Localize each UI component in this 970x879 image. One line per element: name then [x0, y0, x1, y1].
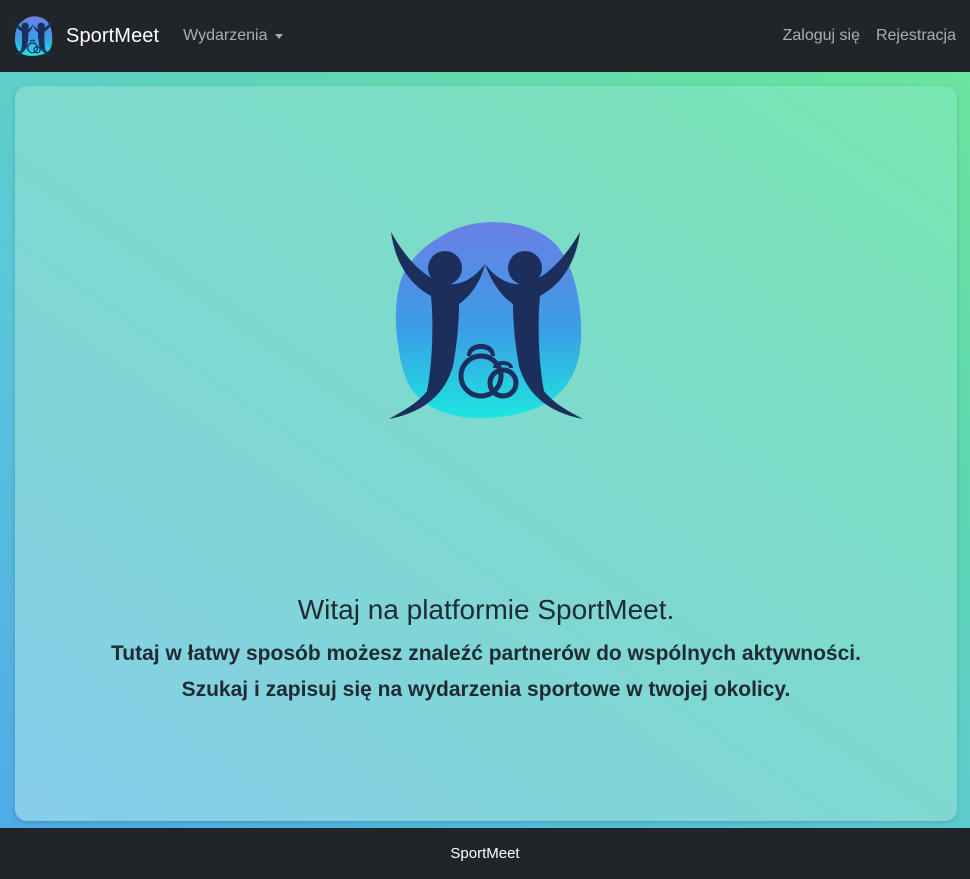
welcome-description-line-1: Tutaj w łatwy sposób możesz znaleźć part… [111, 642, 861, 665]
sportmeet-logo-icon [389, 222, 583, 419]
register-link[interactable]: Rejestracja [876, 27, 956, 45]
welcome-description-line-2: Szukaj i zapisuj się na wydarzenia sport… [181, 678, 791, 701]
page-footer: SportMeet [0, 828, 970, 879]
brand-link[interactable]: SportMeet [12, 15, 159, 57]
login-link[interactable]: Zaloguj się [783, 27, 860, 45]
brand-name: SportMeet [66, 24, 160, 47]
welcome-title: Witaj na platformie SportMeet. [297, 594, 675, 625]
top-navbar: SportMeet Wydarzenia Zaloguj się Rejestr… [0, 0, 970, 72]
events-dropdown[interactable]: Wydarzenia [183, 27, 283, 45]
auth-links: Zaloguj się Rejestracja [767, 27, 956, 45]
sportmeet-logo-icon [12, 16, 54, 56]
footer-brand: SportMeet [450, 845, 520, 862]
welcome-card: Witaj na platformie SportMeet. Tutaj w ł… [15, 86, 957, 821]
chevron-down-icon [274, 33, 283, 39]
events-dropdown-label: Wydarzenia [183, 27, 268, 44]
